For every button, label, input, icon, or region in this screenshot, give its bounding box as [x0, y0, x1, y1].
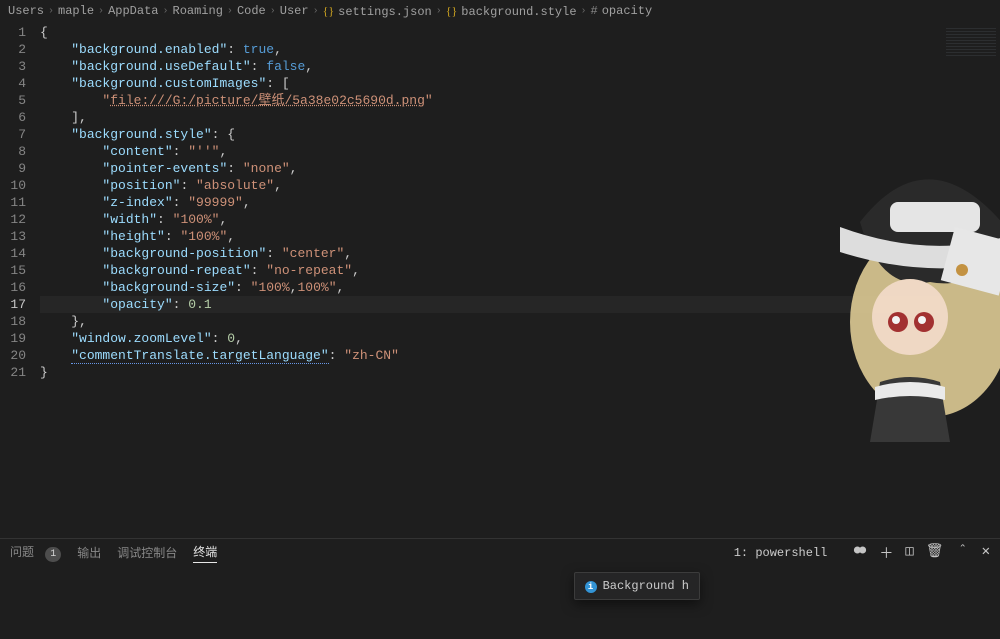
maximize-panel-icon[interactable]: ＾ — [956, 543, 970, 563]
breadcrumb-item[interactable]: Roaming — [173, 4, 223, 18]
breadcrumb-separator-icon: › — [98, 6, 104, 17]
terminal-body[interactable]: i Background h — [0, 566, 1000, 638]
breadcrumb-item[interactable]: settings.json — [323, 4, 432, 19]
code-line[interactable]: "content": "''", — [40, 143, 940, 160]
line-number: 15 — [0, 262, 26, 279]
line-number: 14 — [0, 245, 26, 262]
breadcrumb-separator-icon: › — [313, 6, 319, 17]
code-line[interactable]: "opacity": 0.1 — [40, 296, 940, 313]
line-number: 8 — [0, 143, 26, 160]
line-number: 4 — [0, 75, 26, 92]
code-line[interactable]: "file:///G:/picture/壁纸/5a38e02c5690d.png… — [40, 92, 940, 109]
line-number: 13 — [0, 228, 26, 245]
code-line[interactable]: "background-position": "center", — [40, 245, 940, 262]
breadcrumb-item[interactable]: maple — [58, 4, 94, 18]
breadcrumb-separator-icon: › — [162, 6, 168, 17]
code-line[interactable]: "z-index": "99999", — [40, 194, 940, 211]
code-line[interactable]: "position": "absolute", — [40, 177, 940, 194]
code-line[interactable]: { — [40, 24, 940, 41]
breadcrumb-item[interactable]: background.style — [446, 4, 577, 19]
line-number: 16 — [0, 279, 26, 296]
code-line[interactable]: }, — [40, 313, 940, 330]
line-number-gutter: 123456789101112131415161718192021 — [0, 22, 40, 532]
code-line[interactable]: "background-repeat": "no-repeat", — [40, 262, 940, 279]
split-terminal-icon[interactable]: ◫ — [905, 543, 913, 563]
tab-terminal[interactable]: 终端 — [193, 543, 217, 563]
code-line[interactable]: "background-size": "100%,100%", — [40, 279, 940, 296]
breadcrumb-separator-icon: › — [436, 6, 442, 17]
code-line[interactable]: ], — [40, 109, 940, 126]
breadcrumb-item[interactable]: AppData — [108, 4, 158, 18]
editor-area[interactable]: 123456789101112131415161718192021 { "bac… — [0, 22, 1000, 532]
line-number: 1 — [0, 24, 26, 41]
breadcrumb-separator-icon: › — [48, 6, 54, 17]
kill-terminal-icon[interactable]: 🗑 — [926, 543, 944, 563]
minimap-thumb[interactable] — [946, 26, 996, 56]
notification-text: Background h — [603, 579, 689, 593]
notification-toast[interactable]: i Background h — [574, 572, 700, 600]
breadcrumb-item[interactable]: Users — [8, 4, 44, 18]
line-number: 18 — [0, 313, 26, 330]
code-line[interactable]: "window.zoomLevel": 0, — [40, 330, 940, 347]
breadcrumb[interactable]: Users › maple › AppData › Roaming › Code › User › se… — [0, 0, 1000, 22]
line-number: 17 — [0, 296, 26, 313]
breadcrumb-item[interactable]: User — [280, 4, 309, 18]
close-panel-icon[interactable]: ✕ — [982, 543, 990, 563]
line-number: 10 — [0, 177, 26, 194]
tab-debug-console[interactable]: 调试控制台 — [117, 544, 177, 561]
code-line[interactable]: } — [40, 364, 940, 381]
info-icon: i — [585, 581, 597, 593]
code-line[interactable]: "background.useDefault": false, — [40, 58, 940, 75]
line-number: 20 — [0, 347, 26, 364]
minimap[interactable] — [940, 22, 1000, 532]
code-content[interactable]: { "background.enabled": true, "backgroun… — [40, 22, 940, 532]
line-number: 6 — [0, 109, 26, 126]
code-line[interactable]: "height": "100%", — [40, 228, 940, 245]
line-number: 9 — [0, 160, 26, 177]
breadcrumb-separator-icon: › — [581, 6, 587, 17]
tab-output[interactable]: 输出 — [77, 544, 101, 561]
line-number: 3 — [0, 58, 26, 75]
line-number: 7 — [0, 126, 26, 143]
panel-tab-bar: 问题 1 输出 调试控制台 终端 1: powershell ＋ ◫ 🗑 ＾ ✕ — [0, 538, 1000, 566]
code-line[interactable]: "background.enabled": true, — [40, 41, 940, 58]
code-line[interactable]: "width": "100%", — [40, 211, 940, 228]
line-number: 2 — [0, 41, 26, 58]
code-line[interactable]: "commentTranslate.targetLanguage": "zh-C… — [40, 347, 940, 364]
new-terminal-icon[interactable]: ＋ — [879, 543, 893, 563]
breadcrumb-item[interactable]: Code — [237, 4, 266, 18]
code-line[interactable]: "background.style": { — [40, 126, 940, 143]
line-number: 5 — [0, 92, 26, 109]
line-number: 21 — [0, 364, 26, 381]
tab-problems-label: 问题 — [10, 546, 34, 560]
breadcrumb-separator-icon: › — [227, 6, 233, 17]
code-line[interactable]: "pointer-events": "none", — [40, 160, 940, 177]
breadcrumb-separator-icon: › — [270, 6, 276, 17]
tab-problems[interactable]: 问题 1 — [10, 543, 61, 562]
line-number: 19 — [0, 330, 26, 347]
breadcrumb-item[interactable]: opacity — [591, 4, 653, 18]
terminal-selector[interactable]: 1: powershell — [734, 546, 828, 560]
problems-badge: 1 — [45, 547, 61, 562]
code-line[interactable]: "background.customImages": [ — [40, 75, 940, 92]
line-number: 11 — [0, 194, 26, 211]
line-number: 12 — [0, 211, 26, 228]
book-icon[interactable] — [853, 543, 867, 563]
